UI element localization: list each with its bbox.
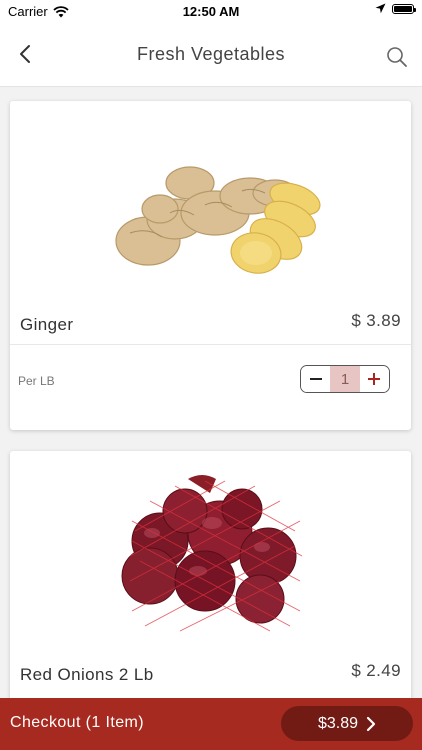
checkout-bar[interactable]: Checkout (1 Item) $3.89 [0,698,422,750]
card-divider [10,344,411,345]
product-card-red-onions[interactable]: Red Onions 2 Lb $ 2.49 [10,451,411,698]
product-name: Ginger [20,315,74,334]
status-right [375,3,416,14]
status-bar: Carrier 12:50 AM [0,0,422,22]
product-price: $ 3.89 [351,311,401,330]
chevron-right-icon [366,716,376,731]
battery-fill [394,5,412,12]
product-name: Red Onions 2 Lb [20,665,154,684]
checkout-total-button[interactable]: $3.89 [281,706,413,741]
checkout-total-amount: $3.89 [317,714,359,732]
battery-icon [392,3,416,14]
minus-icon [309,378,322,380]
status-time: 12:50 AM [182,4,240,19]
increment-button[interactable] [359,366,389,392]
unit-label: Per LB [18,374,55,388]
quantity-value: 1 [330,366,360,392]
product-price: $ 2.49 [351,661,401,680]
ginger-root-photo [115,166,321,274]
checkout-label: Checkout (1 Item) [10,714,144,731]
page-title: Fresh Vegetables [136,44,286,64]
decrement-button[interactable] [301,366,331,392]
search-icon[interactable] [386,46,408,68]
location-arrow-icon [375,3,386,14]
product-card-ginger[interactable]: Ginger $ 3.89 Per LB 1 [10,101,411,430]
red-onions-in-net-bag-photo [121,475,303,632]
product-list: Ginger $ 3.89 Per LB 1 Red Onions 2 Lb $… [0,87,422,698]
plus-icon [368,373,381,385]
quantity-stepper[interactable]: 1 [300,365,390,393]
nav-bar: Fresh Vegetables [0,22,422,87]
